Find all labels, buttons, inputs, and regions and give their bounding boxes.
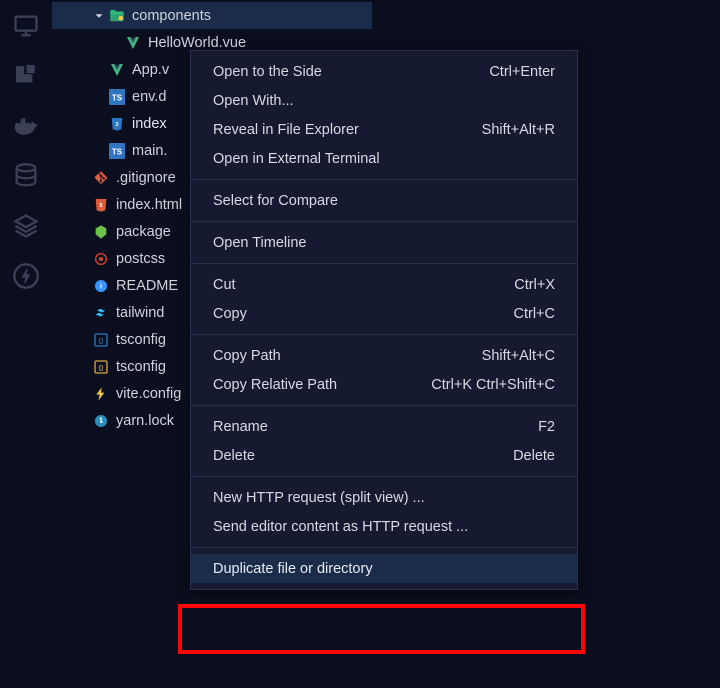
- svg-text:{}: {}: [99, 365, 104, 371]
- menu-separator: [191, 179, 577, 180]
- svg-text:5: 5: [100, 203, 103, 209]
- file-label: yarn.lock: [116, 413, 174, 429]
- file-label: .gitignore: [116, 170, 176, 186]
- tsconfig-file-icon: {}: [92, 331, 110, 349]
- file-label: tailwind: [116, 305, 164, 321]
- file-label: App.v: [132, 62, 169, 78]
- context-menu-item[interactable]: Open Timeline: [191, 228, 577, 257]
- tsconfig-file-icon: {}: [92, 358, 110, 376]
- menu-item-shortcut: Delete: [513, 448, 555, 464]
- menu-item-label: Copy Relative Path: [213, 377, 431, 393]
- file-label: postcss: [116, 251, 165, 267]
- ts-file-icon: TS: [108, 88, 126, 106]
- ts-file-icon: TS: [108, 142, 126, 160]
- menu-item-label: Copy Path: [213, 348, 482, 364]
- context-menu-item[interactable]: Duplicate file or directory: [191, 554, 577, 583]
- git-file-icon: [92, 169, 110, 187]
- chevron-down-icon: [92, 9, 106, 23]
- menu-item-shortcut: Shift+Alt+C: [482, 348, 555, 364]
- menu-item-shortcut: Ctrl+C: [514, 306, 556, 322]
- menu-item-shortcut: Ctrl+Enter: [489, 64, 555, 80]
- file-label: components: [132, 8, 211, 24]
- context-menu-item[interactable]: CutCtrl+X: [191, 270, 577, 299]
- menu-item-label: Open to the Side: [213, 64, 489, 80]
- context-menu-item[interactable]: New HTTP request (split view) ...: [191, 483, 577, 512]
- context-menu-item[interactable]: Reveal in File ExplorerShift+Alt+R: [191, 115, 577, 144]
- vue-file-icon: [124, 34, 142, 52]
- layers-icon[interactable]: [12, 212, 40, 240]
- file-label: index.html: [116, 197, 182, 213]
- folder-row[interactable]: components: [52, 2, 372, 29]
- menu-item-label: Delete: [213, 448, 513, 464]
- readme-file-icon: i: [92, 277, 110, 295]
- menu-item-shortcut: Ctrl+K Ctrl+Shift+C: [431, 377, 555, 393]
- context-menu-item[interactable]: Select for Compare: [191, 186, 577, 215]
- menu-separator: [191, 476, 577, 477]
- file-label: env.d: [132, 89, 166, 105]
- context-menu-item[interactable]: RenameF2: [191, 412, 577, 441]
- context-menu-item[interactable]: Copy PathShift+Alt+C: [191, 341, 577, 370]
- extensions-icon[interactable]: [12, 62, 40, 90]
- yarn-file-icon: [92, 412, 110, 430]
- svg-text:TS: TS: [112, 147, 123, 156]
- tailwind-file-icon: [92, 304, 110, 322]
- menu-item-label: Open With...: [213, 93, 555, 109]
- menu-item-shortcut: Shift+Alt+R: [482, 122, 555, 138]
- file-label: tsconfig: [116, 332, 166, 348]
- context-menu-item[interactable]: Open to the SideCtrl+Enter: [191, 57, 577, 86]
- node-file-icon: [92, 223, 110, 241]
- menu-item-label: Reveal in File Explorer: [213, 122, 482, 138]
- menu-item-label: Duplicate file or directory: [213, 561, 555, 577]
- file-label: index: [132, 116, 167, 132]
- svg-text:i: i: [100, 281, 102, 290]
- docker-icon[interactable]: [12, 112, 40, 140]
- menu-separator: [191, 221, 577, 222]
- vite-file-icon: [92, 385, 110, 403]
- menu-item-label: Copy: [213, 306, 514, 322]
- menu-item-label: Open Timeline: [213, 235, 555, 251]
- svg-text:3: 3: [116, 122, 119, 128]
- menu-separator: [191, 334, 577, 335]
- file-label: vite.config: [116, 386, 181, 402]
- context-menu-item[interactable]: DeleteDelete: [191, 441, 577, 470]
- svg-text:{}: {}: [99, 338, 104, 344]
- svg-text:TS: TS: [112, 93, 123, 102]
- menu-separator: [191, 405, 577, 406]
- postcss-file-icon: [92, 250, 110, 268]
- context-menu-item[interactable]: Open in External Terminal: [191, 144, 577, 173]
- menu-item-label: Send editor content as HTTP request ...: [213, 519, 555, 535]
- menu-item-label: Open in External Terminal: [213, 151, 555, 167]
- menu-separator: [191, 547, 577, 548]
- context-menu-item[interactable]: Send editor content as HTTP request ...: [191, 512, 577, 541]
- file-label: tsconfig: [116, 359, 166, 375]
- menu-item-label: Select for Compare: [213, 193, 555, 209]
- menu-item-label: Cut: [213, 277, 514, 293]
- thunder-icon[interactable]: [12, 262, 40, 290]
- folder-components-icon: [108, 7, 126, 25]
- menu-item-label: New HTTP request (split view) ...: [213, 490, 555, 506]
- file-label: HelloWorld.vue: [148, 35, 246, 51]
- css-file-icon: 3: [108, 115, 126, 133]
- context-menu-item[interactable]: Open With...: [191, 86, 577, 115]
- activity-bar: [0, 0, 52, 688]
- context-menu-item[interactable]: Copy Relative PathCtrl+K Ctrl+Shift+C: [191, 370, 577, 399]
- menu-separator: [191, 263, 577, 264]
- context-menu-item[interactable]: CopyCtrl+C: [191, 299, 577, 328]
- file-label: README: [116, 278, 178, 294]
- monitor-icon[interactable]: [12, 12, 40, 40]
- database-icon[interactable]: [12, 162, 40, 190]
- menu-item-shortcut: Ctrl+X: [514, 277, 555, 293]
- html-file-icon: 5: [92, 196, 110, 214]
- context-menu: Open to the SideCtrl+Enter Open With... Re…: [190, 50, 578, 590]
- menu-item-label: Rename: [213, 419, 538, 435]
- menu-item-shortcut: F2: [538, 419, 555, 435]
- file-label: main.: [132, 143, 167, 159]
- file-label: package: [116, 224, 171, 240]
- vue-file-icon: [108, 61, 126, 79]
